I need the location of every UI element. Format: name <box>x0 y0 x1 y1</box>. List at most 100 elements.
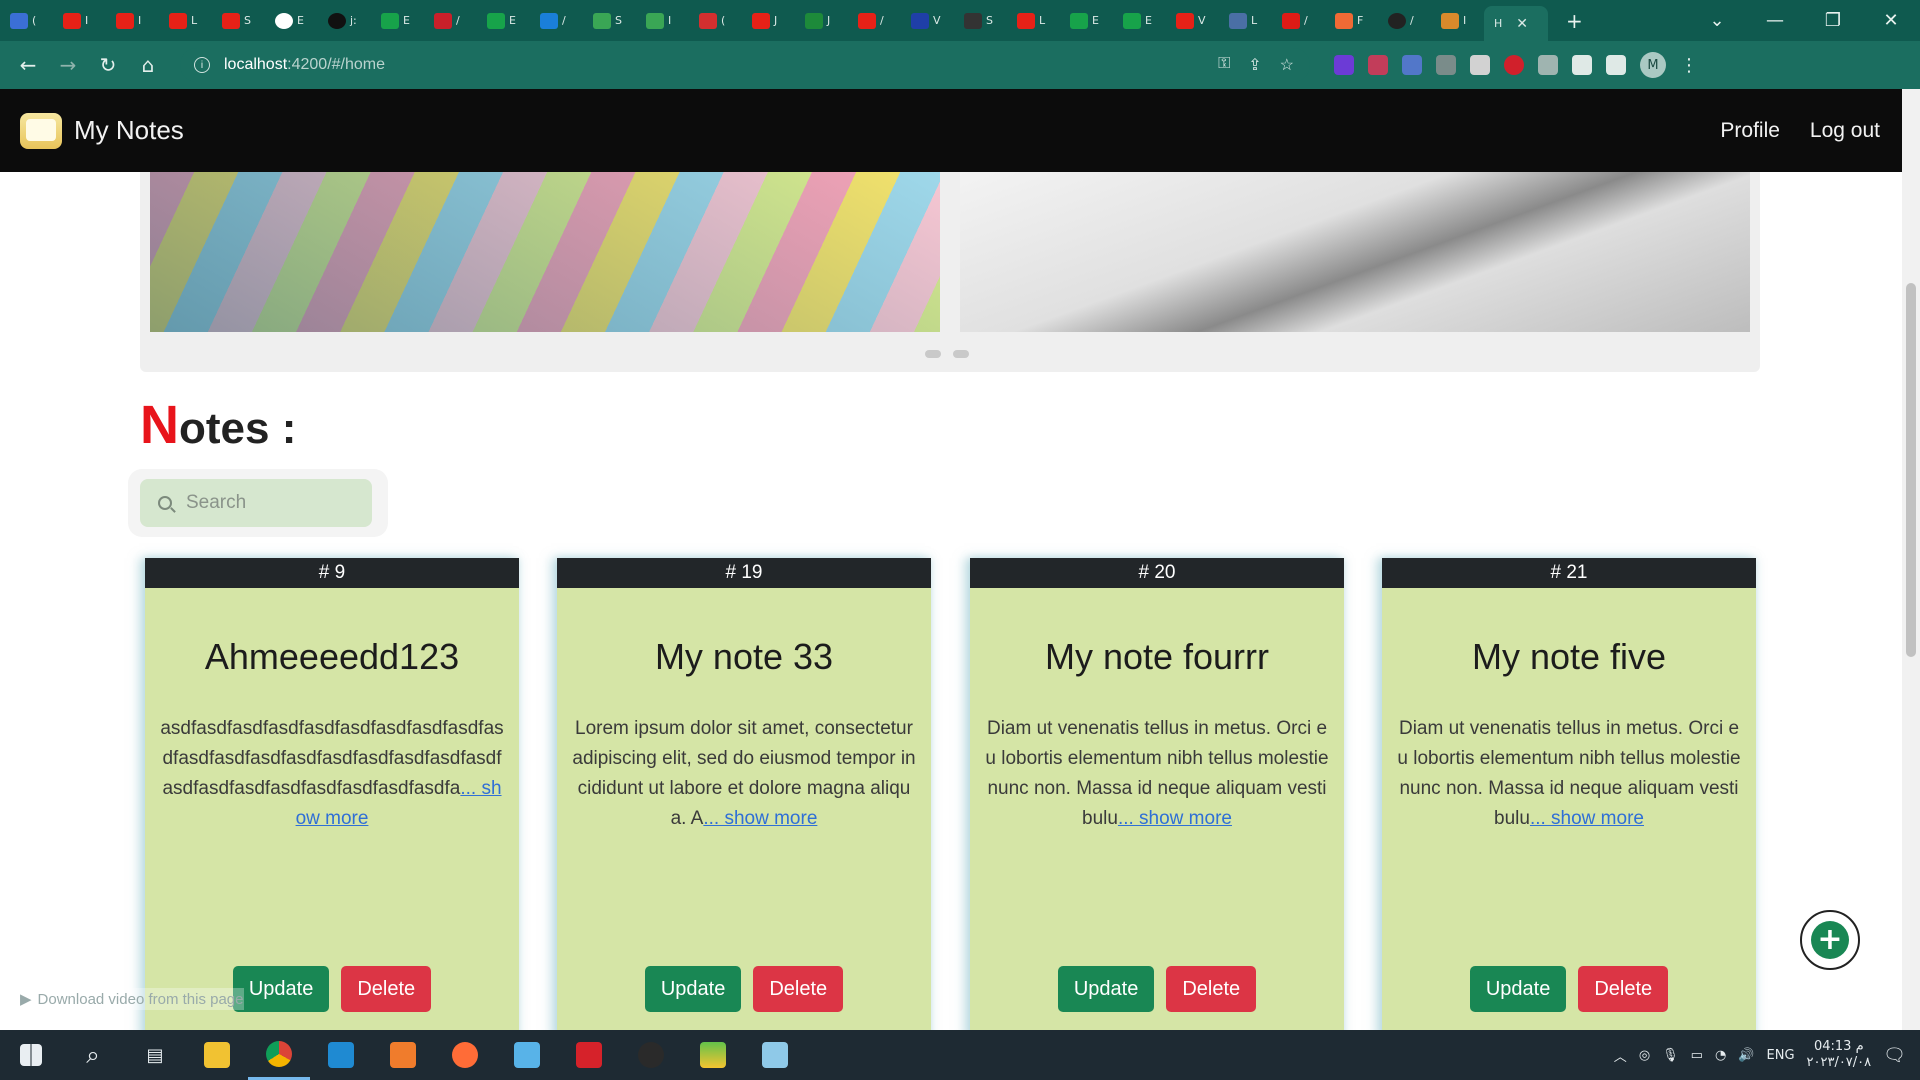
show-more-link[interactable]: ... show more <box>703 808 817 829</box>
carousel-indicator[interactable] <box>953 350 969 358</box>
extension-download-icon[interactable] <box>1334 55 1354 75</box>
browser-tab[interactable]: S <box>583 6 636 36</box>
notifications-icon[interactable]: 🗨 <box>1883 1045 1906 1066</box>
browser-tab[interactable]: E <box>1060 6 1113 36</box>
volume-icon[interactable]: 🔊 <box>1738 1048 1754 1063</box>
wifi-icon[interactable]: ◔ <box>1715 1048 1726 1063</box>
delete-button[interactable]: Delete <box>753 966 844 1012</box>
key-icon[interactable]: ⚿ <box>1218 55 1230 75</box>
language-indicator[interactable]: ENG <box>1767 1048 1795 1063</box>
page-scrollbar[interactable] <box>1902 89 1920 1030</box>
close-tab-icon[interactable]: ✕ <box>1516 16 1528 32</box>
browser-tab[interactable]: j: <box>318 6 371 36</box>
reload-icon[interactable]: ↻ <box>88 53 128 77</box>
update-button[interactable]: Update <box>644 966 742 1012</box>
update-button[interactable]: Update <box>1057 966 1155 1012</box>
tray-chevron-icon[interactable]: ︿ <box>1614 1046 1627 1065</box>
carousel-indicator[interactable] <box>925 350 941 358</box>
scrollbar-thumb[interactable] <box>1906 283 1916 657</box>
browser-tab[interactable]: L <box>159 6 212 36</box>
nav-profile-link[interactable]: Profile <box>1720 119 1780 143</box>
browser-tab[interactable]: ( <box>0 6 53 36</box>
taskbar-app[interactable] <box>744 1030 806 1080</box>
extension-icon[interactable] <box>1470 55 1490 75</box>
bookmark-star-icon[interactable]: ☆ <box>1280 55 1294 75</box>
extension-help-icon[interactable] <box>1436 55 1456 75</box>
browser-tab[interactable]: F <box>1325 6 1378 36</box>
nav-logout-link[interactable]: Log out <box>1810 119 1880 143</box>
tab-search-chevron-icon[interactable]: ⌄ <box>1688 10 1746 31</box>
browser-tab[interactable]: E <box>477 6 530 36</box>
download-video-overlay[interactable]: ▶ Download video from this page <box>20 988 244 1010</box>
start-button[interactable] <box>0 1030 62 1080</box>
taskbar-app[interactable] <box>248 1030 310 1080</box>
taskbar-app[interactable] <box>496 1030 558 1080</box>
site-info-icon[interactable]: i <box>194 57 210 73</box>
browser-tab[interactable]: / <box>848 6 901 36</box>
browser-tab[interactable]: I <box>53 6 106 36</box>
delete-button[interactable]: Delete <box>1166 966 1257 1012</box>
sidebar-toggle-icon[interactable] <box>1606 55 1626 75</box>
taskbar-app[interactable] <box>620 1030 682 1080</box>
tab-label: / <box>1410 14 1414 27</box>
browser-tab[interactable]: / <box>424 6 477 36</box>
taskbar-app[interactable] <box>434 1030 496 1080</box>
extension-pen-icon[interactable] <box>1368 55 1388 75</box>
browser-tab[interactable]: E <box>371 6 424 36</box>
microphone-icon[interactable]: 🎙 <box>1662 1048 1679 1063</box>
taskbar-app[interactable] <box>372 1030 434 1080</box>
delete-button[interactable]: Delete <box>1578 966 1669 1012</box>
browser-tab[interactable]: S <box>954 6 1007 36</box>
browser-tab[interactable]: I <box>636 6 689 36</box>
search-input[interactable] <box>186 492 356 514</box>
browser-tab-active[interactable]: H ✕ <box>1484 5 1548 42</box>
add-note-button[interactable]: + <box>1800 910 1860 970</box>
search-field[interactable] <box>140 479 372 527</box>
browser-tab[interactable]: / <box>1272 6 1325 36</box>
brand-name[interactable]: My Notes <box>74 115 184 146</box>
browser-tab[interactable]: V <box>1166 6 1219 36</box>
extension-gear-icon[interactable] <box>1538 55 1558 75</box>
address-bar[interactable]: i localhost:4200/#/home ⚿ ⇪ ☆ <box>180 48 1310 82</box>
browser-tab[interactable]: V <box>901 6 954 36</box>
home-icon[interactable]: ⌂ <box>128 53 168 77</box>
extensions-puzzle-icon[interactable] <box>1572 55 1592 75</box>
extension-icon[interactable] <box>1504 55 1524 75</box>
taskbar-app[interactable] <box>310 1030 372 1080</box>
show-more-link[interactable]: ... show more <box>1530 808 1644 829</box>
extension-icon[interactable] <box>1402 55 1422 75</box>
search-taskbar-button[interactable]: ⌕ <box>62 1030 124 1080</box>
browser-tab[interactable]: I <box>1431 6 1484 36</box>
browser-tab[interactable]: / <box>530 6 583 36</box>
browser-tab[interactable]: E <box>265 6 318 36</box>
browser-tab[interactable]: L <box>1219 6 1272 36</box>
restore-icon[interactable]: ❐ <box>1804 10 1862 31</box>
update-button[interactable]: Update <box>232 966 330 1012</box>
clock[interactable]: 04:13 م ٢٠٢٣/٠٧/٠٨ <box>1807 1039 1872 1071</box>
taskbar-app[interactable] <box>558 1030 620 1080</box>
tray-app-icon[interactable]: ◎ <box>1639 1048 1650 1063</box>
browser-tab[interactable]: E <box>1113 6 1166 36</box>
browser-tab[interactable]: S <box>212 6 265 36</box>
close-window-icon[interactable]: ✕ <box>1862 10 1920 31</box>
new-tab-icon[interactable]: + <box>1566 9 1583 33</box>
browser-tab[interactable]: J <box>795 6 848 36</box>
taskbar-app[interactable] <box>186 1030 248 1080</box>
minimize-icon[interactable]: — <box>1746 10 1804 31</box>
browser-tab[interactable]: L <box>1007 6 1060 36</box>
back-arrow-icon[interactable]: ← <box>8 53 48 77</box>
browser-tab[interactable]: J <box>742 6 795 36</box>
share-icon[interactable]: ⇪ <box>1248 55 1261 75</box>
delete-button[interactable]: Delete <box>341 966 432 1012</box>
forward-arrow-icon[interactable]: → <box>48 53 88 77</box>
browser-tab[interactable]: ( <box>689 6 742 36</box>
update-button[interactable]: Update <box>1469 966 1567 1012</box>
profile-avatar[interactable]: M <box>1640 52 1666 78</box>
browser-tab[interactable]: I <box>106 6 159 36</box>
show-more-link[interactable]: ... show more <box>1118 808 1232 829</box>
battery-icon[interactable]: ▭ <box>1691 1048 1703 1063</box>
browser-menu-icon[interactable]: ⋮ <box>1680 55 1698 76</box>
task-view-button[interactable]: ▤ <box>124 1030 186 1080</box>
browser-tab[interactable]: / <box>1378 6 1431 36</box>
taskbar-app[interactable] <box>682 1030 744 1080</box>
